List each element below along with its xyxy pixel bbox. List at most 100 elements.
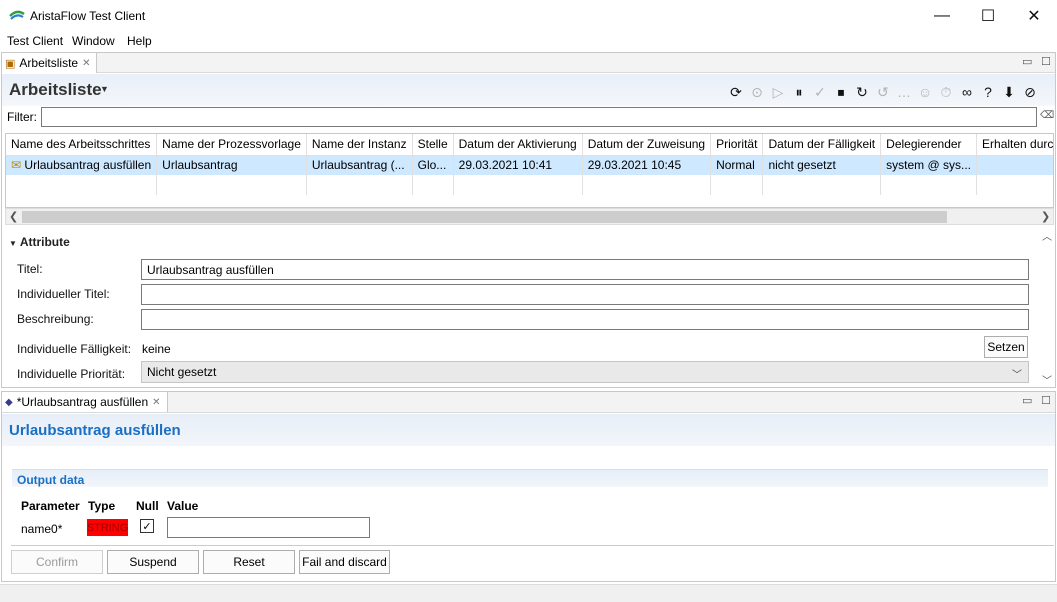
col-header-null: Null bbox=[136, 499, 159, 513]
confirm-button[interactable]: Confirm bbox=[11, 550, 103, 574]
reset-button[interactable]: Reset bbox=[203, 550, 295, 574]
chevron-down-icon: ﹀ bbox=[1012, 370, 1022, 381]
filter-label: Filter: bbox=[7, 110, 37, 124]
set-due-button[interactable]: Setzen bbox=[984, 336, 1028, 358]
chevron-up-icon[interactable]: ︿ bbox=[1042, 228, 1052, 243]
table-row[interactable]: ✉ Urlaubsantrag ausfüllen Urlaubsantrag … bbox=[6, 155, 1053, 175]
link-icon[interactable]: ∞ bbox=[958, 83, 976, 101]
play-circle-icon[interactable]: ▷ bbox=[769, 83, 787, 101]
aristaflow-logo-icon bbox=[9, 10, 25, 20]
table-cell: Normal bbox=[710, 155, 764, 175]
due-value: keine bbox=[142, 342, 171, 356]
due-label: Individuelle Fälligkeit: bbox=[17, 342, 132, 356]
form-tab-bar: ◆ *Urlaubsantrag ausfüllen ✕ ▭ ☐ bbox=[2, 392, 1055, 413]
divider bbox=[11, 545, 1054, 546]
table-cell: 29.03.2021 10:41 bbox=[453, 155, 583, 175]
col-header-template[interactable]: Name der Prozessvorlage bbox=[156, 134, 307, 156]
worklist-tab-icon: ▣ bbox=[5, 57, 16, 70]
table-cell bbox=[976, 155, 1053, 175]
down-circle-icon[interactable]: ⊙ bbox=[748, 83, 766, 101]
col-header-activation-date[interactable]: Datum der Aktivierung bbox=[453, 134, 583, 156]
check-circle-icon[interactable]: ✓ bbox=[811, 83, 829, 101]
title-field[interactable]: Urlaubsantrag ausfüllen bbox=[141, 259, 1029, 280]
close-icon[interactable]: ✕ bbox=[82, 58, 90, 69]
tab-label: *Urlaubsantrag ausfüllen bbox=[16, 395, 149, 409]
worklist-header: Arbeitsliste ▼ ⟳ ⊙ ▷ ⏸ ✓ ⏹ ↻ ↺ … ☺ ⏱ ∞ ?… bbox=[2, 74, 1055, 106]
col-header-value: Value bbox=[167, 499, 199, 513]
description-label: Beschreibung: bbox=[17, 312, 94, 326]
minimize-button[interactable]: — bbox=[919, 0, 965, 31]
chat-users-icon[interactable]: ☺ bbox=[916, 83, 934, 101]
form-title: Urlaubsantrag ausfüllen bbox=[9, 422, 181, 439]
table-cell: system @ sys... bbox=[880, 155, 978, 175]
close-button[interactable]: ✕ bbox=[1011, 0, 1057, 31]
col-header-step[interactable]: Name des Arbeitsschrittes bbox=[6, 134, 158, 156]
null-checkbox[interactable]: ✓ bbox=[140, 519, 154, 533]
worklist-table: Name des Arbeitsschrittes Name der Proze… bbox=[5, 133, 1054, 208]
description-field[interactable] bbox=[141, 309, 1029, 330]
worklist-toolbar: ⟳ ⊙ ▷ ⏸ ✓ ⏹ ↻ ↺ … ☺ ⏱ ∞ ? ⬇ ⊘ bbox=[727, 83, 1039, 103]
value-input[interactable] bbox=[167, 517, 370, 538]
priority-label: Individuelle Priorität: bbox=[17, 367, 126, 381]
suspend-button[interactable]: Suspend bbox=[107, 550, 199, 574]
custom-title-field[interactable] bbox=[141, 284, 1029, 305]
fail-and-discard-button[interactable]: Fail and discard bbox=[299, 550, 390, 574]
cancel-circle-icon[interactable]: ⊘ bbox=[1021, 83, 1039, 101]
form-header: Urlaubsantrag ausfüllen bbox=[2, 414, 1055, 446]
menu-test-client[interactable]: Test Client bbox=[7, 34, 63, 48]
output-data-section: Output data bbox=[12, 469, 1048, 487]
download-circle-icon[interactable]: ⬇ bbox=[1000, 83, 1018, 101]
type-badge: STRING bbox=[87, 519, 128, 536]
timer-icon[interactable]: ⏱ bbox=[937, 83, 955, 101]
table-cell: Glo... bbox=[412, 155, 454, 175]
horizontal-scrollbar[interactable]: ❮ ❯ bbox=[5, 208, 1054, 225]
worklist-view: ▣ Arbeitsliste ✕ ▭ ☐ Arbeitsliste ▼ ⟳ ⊙ … bbox=[1, 52, 1056, 388]
clear-filter-icon[interactable]: ⌫ bbox=[1040, 110, 1054, 121]
filter-input[interactable] bbox=[41, 107, 1037, 127]
chevron-right-icon[interactable]: ❯ bbox=[1041, 210, 1050, 223]
tab-form[interactable]: ◆ *Urlaubsantrag ausfüllen ✕ bbox=[2, 392, 168, 412]
scrollbar-thumb[interactable] bbox=[22, 211, 947, 223]
maximize-view-icon[interactable]: ☐ bbox=[1041, 55, 1051, 68]
minimize-view-icon[interactable]: ▭ bbox=[1022, 55, 1032, 68]
chevron-down-icon[interactable]: ﹀ bbox=[1042, 372, 1052, 387]
maximize-button[interactable]: ☐ bbox=[965, 0, 1011, 31]
col-header-due-date[interactable]: Datum der Fälligkeit bbox=[762, 134, 882, 156]
table-cell: ✉ Urlaubsantrag ausfüllen bbox=[6, 155, 158, 175]
col-header-position[interactable]: Stelle bbox=[412, 134, 454, 156]
worklist-title: Arbeitsliste bbox=[9, 80, 102, 99]
chevron-left-icon[interactable]: ❮ bbox=[9, 210, 18, 223]
help-circle-icon[interactable]: ? bbox=[979, 83, 997, 101]
pause-circle-icon[interactable]: ⏸ bbox=[790, 83, 808, 101]
attributes-header[interactable]: ▼ Attribute bbox=[9, 235, 70, 249]
vertical-scrollbar[interactable]: ︿ ﹀ bbox=[1038, 228, 1055, 387]
table-cell: nicht gesetzt bbox=[762, 155, 882, 175]
maximize-view-icon[interactable]: ☐ bbox=[1041, 394, 1051, 407]
col-header-instance[interactable]: Name der Instanz bbox=[306, 134, 413, 156]
col-header-received-by[interactable]: Erhalten durch bbox=[976, 134, 1053, 156]
menu-window[interactable]: Window bbox=[72, 34, 115, 48]
priority-select[interactable]: Nicht gesetzt ﹀ bbox=[141, 361, 1029, 383]
col-header-delegator[interactable]: Delegierender bbox=[880, 134, 978, 156]
close-icon[interactable]: ✕ bbox=[152, 397, 160, 408]
worklist-tab-bar: ▣ Arbeitsliste ✕ ▭ ☐ bbox=[2, 53, 1055, 73]
tab-arbeitsliste[interactable]: ▣ Arbeitsliste ✕ bbox=[2, 53, 98, 73]
undo-circle-icon[interactable]: ↺ bbox=[874, 83, 892, 101]
col-header-parameter: Parameter bbox=[21, 499, 80, 513]
chevron-down-icon[interactable]: ▼ bbox=[100, 84, 109, 94]
attributes-section: ▼ Attribute Titel: Urlaubsantrag ausfüll… bbox=[7, 231, 1034, 386]
form-view: ◆ *Urlaubsantrag ausfüllen ✕ ▭ ☐ Urlaubs… bbox=[1, 391, 1056, 582]
redo-circle-icon[interactable]: ↻ bbox=[853, 83, 871, 101]
col-header-priority[interactable]: Priorität bbox=[710, 134, 764, 156]
stop-circle-icon[interactable]: ⏹ bbox=[832, 83, 850, 101]
refresh-icon[interactable]: ⟳ bbox=[727, 83, 745, 101]
menu-help[interactable]: Help bbox=[127, 34, 152, 48]
task-icon: ✉ bbox=[11, 158, 22, 173]
chat-icon[interactable]: … bbox=[895, 83, 913, 101]
minimize-view-icon[interactable]: ▭ bbox=[1022, 394, 1032, 407]
col-header-assignment-date[interactable]: Datum der Zuweisung bbox=[582, 134, 712, 156]
col-header-type: Type bbox=[88, 499, 116, 513]
table-cell: Urlaubsantrag bbox=[156, 155, 307, 175]
window-title: AristaFlow Test Client bbox=[30, 9, 146, 23]
status-bar bbox=[0, 584, 1057, 602]
